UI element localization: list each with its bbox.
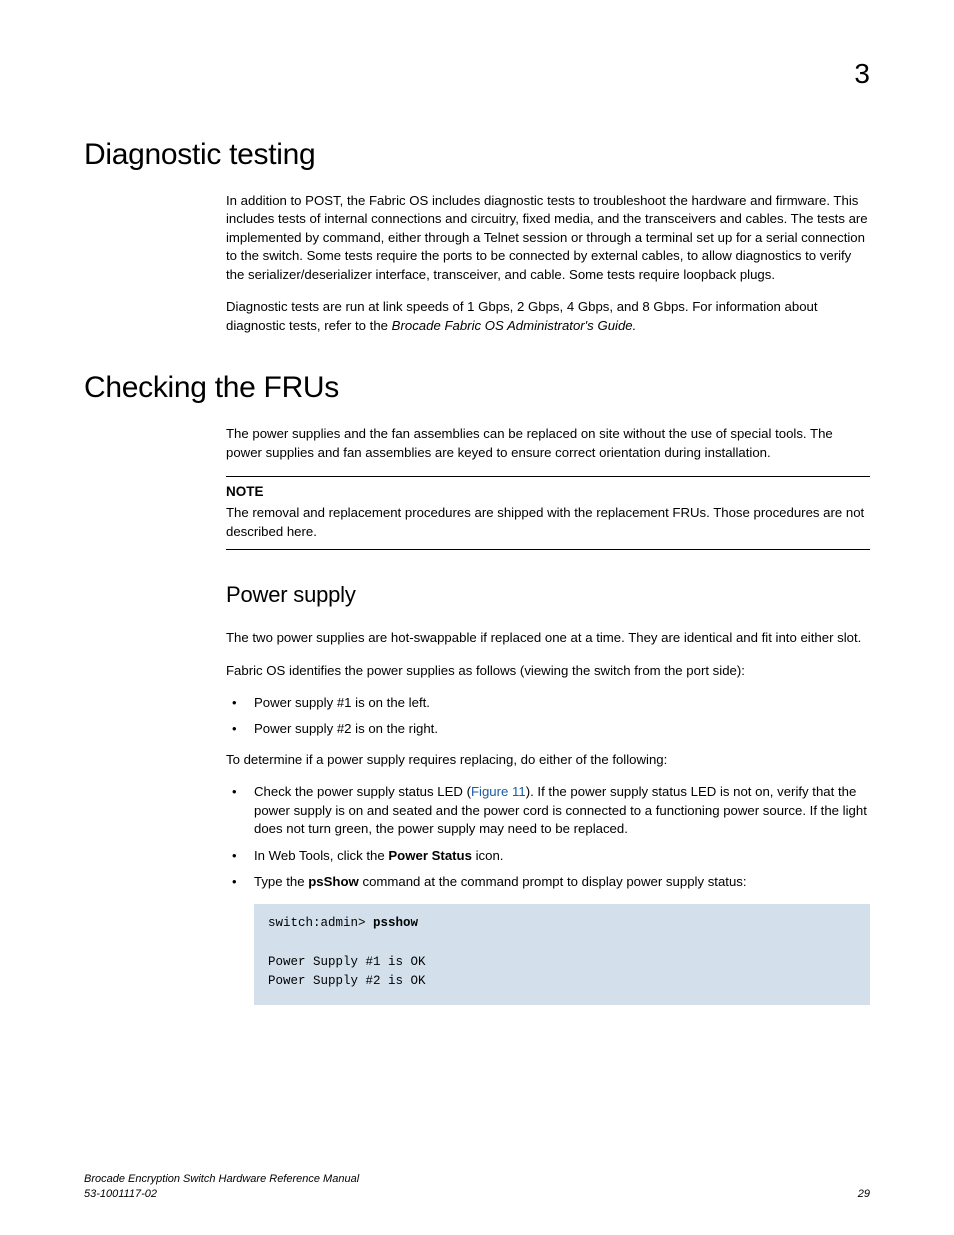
footer-title: Brocade Encryption Switch Hardware Refer…: [84, 1172, 359, 1186]
power-status-label: Power Status: [388, 848, 472, 863]
code-command: psshow: [373, 916, 418, 930]
list-item: Power supply #1 is on the left.: [226, 694, 870, 712]
note-block: NOTE The removal and replacement procedu…: [226, 476, 870, 550]
code-block: switch:admin> psshow Power Supply #1 is …: [254, 904, 870, 1006]
heading-diagnostic-testing: Diagnostic testing: [84, 138, 870, 172]
power-para-1: The two power supplies are hot-swappable…: [226, 629, 870, 647]
list-item: In Web Tools, click the Power Status ico…: [226, 847, 870, 865]
li-text: Check the power supply status LED (: [254, 784, 471, 799]
li-text-tail: command at the command prompt to display…: [359, 874, 747, 889]
li-text-tail: icon.: [472, 848, 504, 863]
li-text: Type the: [254, 874, 308, 889]
list-item: Type the psShow command at the command p…: [226, 873, 870, 891]
power-list-1: Power supply #1 is on the left. Power su…: [226, 694, 870, 739]
code-prompt: switch:admin>: [268, 916, 373, 930]
power-para-3: To determine if a power supply requires …: [226, 751, 870, 769]
footer-left: Brocade Encryption Switch Hardware Refer…: [84, 1172, 359, 1201]
chapter-number: 3: [854, 58, 870, 90]
heading-checking-frus: Checking the FRUs: [84, 371, 870, 405]
page-footer: Brocade Encryption Switch Hardware Refer…: [84, 1172, 870, 1201]
guide-reference: Brocade Fabric OS Administrator's Guide.: [392, 318, 637, 333]
heading-power-supply: Power supply: [226, 580, 870, 611]
diag-para-2: Diagnostic tests are run at link speeds …: [226, 298, 870, 335]
frus-para-1: The power supplies and the fan assemblie…: [226, 425, 870, 462]
list-item: Power supply #2 is on the right.: [226, 720, 870, 738]
li-text: In Web Tools, click the: [254, 848, 388, 863]
footer-page-number: 29: [858, 1187, 870, 1201]
note-body: The removal and replacement procedures a…: [226, 504, 870, 541]
section-frus-body: The power supplies and the fan assemblie…: [226, 425, 870, 1005]
psshow-cmd-label: psShow: [308, 874, 359, 889]
code-output-line: Power Supply #2 is OK: [268, 974, 426, 988]
list-item: Check the power supply status LED (Figur…: [226, 783, 870, 838]
figure-link[interactable]: Figure 11: [471, 784, 526, 799]
diag-para-1: In addition to POST, the Fabric OS inclu…: [226, 192, 870, 284]
power-para-2: Fabric OS identifies the power supplies …: [226, 662, 870, 680]
power-list-2: Check the power supply status LED (Figur…: [226, 783, 870, 891]
footer-docnum: 53-1001117-02: [84, 1187, 359, 1201]
note-label: NOTE: [226, 483, 870, 502]
code-output-line: Power Supply #1 is OK: [268, 955, 426, 969]
section-diagnostic-body: In addition to POST, the Fabric OS inclu…: [226, 192, 870, 335]
